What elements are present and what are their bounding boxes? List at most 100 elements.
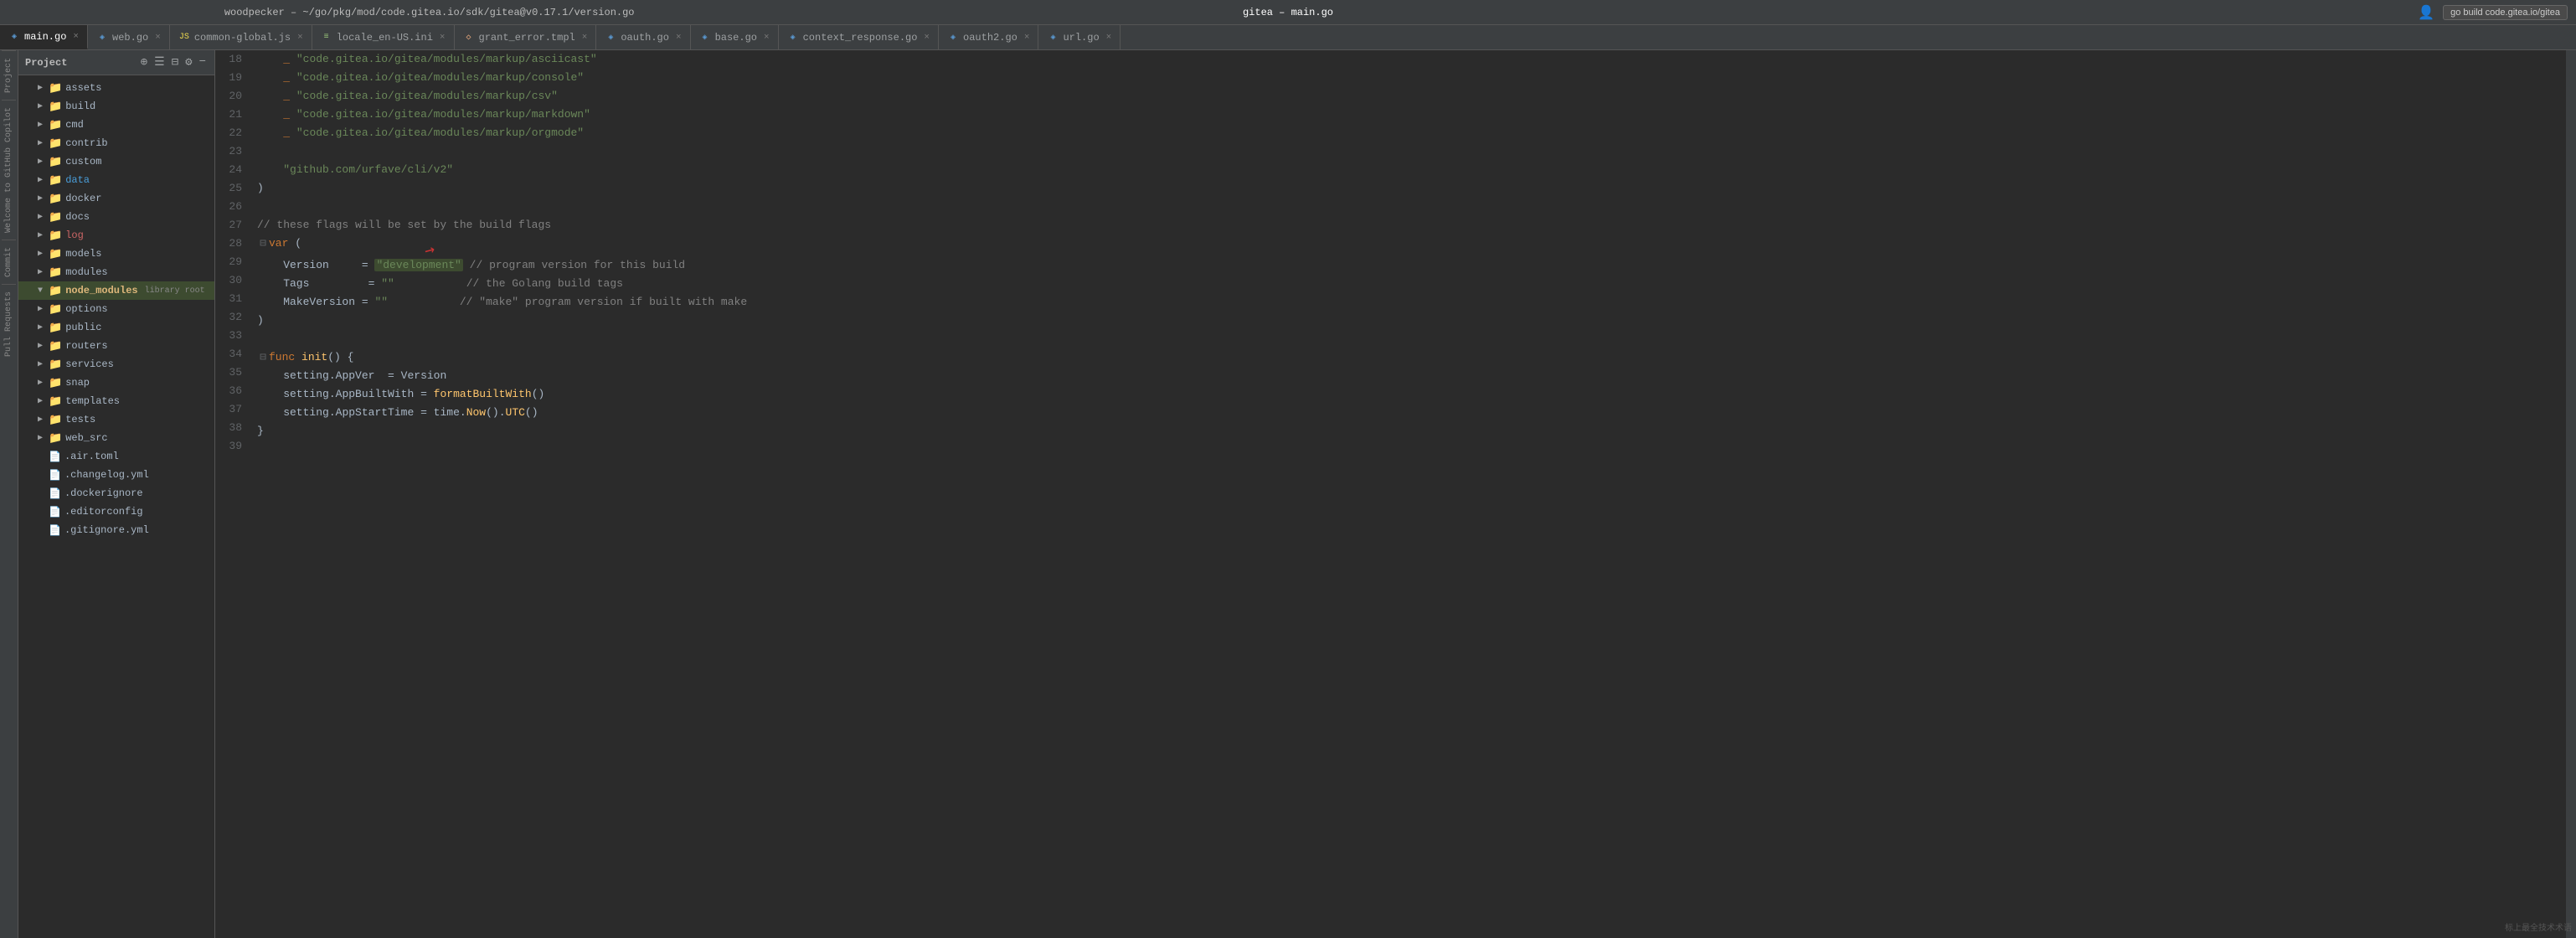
tree-item--gitignore.yml[interactable]: 📄.gitignore.yml [18,521,214,539]
tab-locale_en-US-ini[interactable]: ≡locale_en-US.ini× [312,25,455,49]
tree-item-cmd[interactable]: ▶📁cmd [18,116,214,134]
folder-icon: 📁 [49,193,62,205]
tab-main-go[interactable]: ◈main.go× [0,25,88,49]
tab-icon-go: ◈ [947,32,959,44]
tree-item-options[interactable]: ▶📁options [18,300,214,318]
vertical-label-project[interactable]: Project [2,50,16,100]
tree-item-modules[interactable]: ▶📁modules [18,263,214,281]
tree-item--air.toml[interactable]: 📄.air.toml [18,447,214,466]
tree-item-data[interactable]: ▶📁data [18,171,214,189]
line-number-24: 24 [222,161,242,179]
title-bar: woodpecker – ~/go/pkg/mod/code.gitea.io/… [0,0,2576,25]
tab-icon-js: JS [178,32,190,44]
add-file-icon[interactable]: ⊕ [139,54,149,71]
tree-item-public[interactable]: ▶📁public [18,318,214,337]
tab-close-btn[interactable]: × [73,32,79,42]
tab-label: grant_error.tmpl [479,32,575,44]
line-number-29: 29 [222,253,242,271]
folder-arrow-icon: ▶ [35,230,45,240]
file-icon: 📄 [49,487,61,500]
code-lines: _ "code.gitea.io/gitea/modules/markup/as… [249,50,2566,938]
tree-item-log[interactable]: ▶📁log [18,226,214,245]
tab-close-btn[interactable]: × [440,33,446,43]
tree-item-routers[interactable]: ▶📁routers [18,337,214,355]
tree-item-label: assets [65,82,101,94]
tab-close-btn[interactable]: × [155,33,161,43]
vertical-label-pull-requests[interactable]: Pull Requests [2,284,16,363]
user-icon[interactable]: 👤 [2418,4,2434,21]
file-tree: ▶📁assets▶📁build▶📁cmd▶📁contrib▶📁custom▶📁d… [18,75,214,938]
tree-item-contrib[interactable]: ▶📁contrib [18,134,214,152]
line-number-34: 34 [222,345,242,363]
tab-icon-go: ◈ [787,32,799,44]
line-number-36: 36 [222,382,242,400]
tab-oauth2-go[interactable]: ◈oauth2.go× [939,25,1038,49]
tree-item-docs[interactable]: ▶📁docs [18,208,214,226]
tab-close-btn[interactable]: × [676,33,682,43]
tree-item--editorconfig[interactable]: 📄.editorconfig [18,502,214,521]
build-button[interactable]: go build code.gitea.io/gitea [2443,5,2568,20]
tree-item-models[interactable]: ▶📁models [18,245,214,263]
tab-icon-go: ◈ [605,32,616,44]
tree-item-services[interactable]: ▶📁services [18,355,214,374]
collapse-all-icon[interactable]: ☰ [152,54,167,71]
tree-item-build[interactable]: ▶📁build [18,97,214,116]
tab-label: web.go [112,32,148,44]
tree-item--changelog.yml[interactable]: 📄.changelog.yml [18,466,214,484]
line-number-19: 19 [222,69,242,87]
folder-arrow-icon: ▶ [35,138,45,148]
folder-icon: 📁 [49,395,62,408]
tab-web-go[interactable]: ◈ web.go × [88,25,170,49]
watermark: 标上最全技术术语 [2505,920,2572,934]
tab-close-btn[interactable]: × [764,33,770,43]
scrollbar-track[interactable] [2566,50,2576,938]
tab-icon-go: ◈ [96,32,108,44]
tree-item-web_src[interactable]: ▶📁web_src [18,429,214,447]
tab-oauth-go[interactable]: ◈ oauth.go × [596,25,690,49]
tree-item-label: modules [65,266,107,278]
line-number-32: 32 [222,308,242,327]
tab-close-btn[interactable]: × [1024,33,1030,43]
tab-icon-go: ◈ [699,32,711,44]
folder-icon: 📁 [49,248,62,260]
tree-item-tests[interactable]: ▶📁tests [18,410,214,429]
folder-icon: 📁 [49,211,62,224]
tree-item-docker[interactable]: ▶📁docker [18,189,214,208]
tree-item-label: docker [65,193,101,204]
code-content[interactable]: 1819202122232425262728293031323334353637… [215,50,2566,938]
tab-close-btn[interactable]: × [582,33,588,43]
tab-url-go[interactable]: ◈url.go× [1038,25,1121,49]
folder-icon: 📁 [49,137,62,150]
close-panel-icon[interactable]: − [198,54,208,71]
tree-item-snap[interactable]: ▶📁snap [18,374,214,392]
tab-close-btn[interactable]: × [924,33,930,43]
tab-label: oauth.go [621,32,669,44]
code-line-29: Version = "development" // program versi… [257,256,2558,275]
tree-item-assets[interactable]: ▶📁assets [18,79,214,97]
line-number-31: 31 [222,290,242,308]
tab-label: url.go [1063,32,1099,44]
tree-item-label: custom [65,156,101,168]
tab-close-btn[interactable]: × [297,33,303,43]
tab-close-btn[interactable]: × [1106,33,1112,43]
main-layout: Project Welcome to GitHub Copilot Commit… [0,50,2576,938]
tab-context_response-go[interactable]: ◈context_response.go× [779,25,939,49]
line-number-27: 27 [222,216,242,234]
code-line-20: _ "code.gitea.io/gitea/modules/markup/cs… [257,87,2558,106]
tree-item-label: node_modules [65,285,137,296]
tab-grant_error-tmpl[interactable]: ◇grant_error.tmpl× [455,25,597,49]
tree-item-node_modules[interactable]: ▼📁node_moduleslibrary root [18,281,214,300]
tab-base-go[interactable]: ◈base.go× [691,25,779,49]
settings-icon[interactable]: ⚙ [183,54,193,71]
vertical-label-commit[interactable]: Commit [2,240,16,284]
folder-icon: 📁 [49,285,62,297]
tree-item--dockerignore[interactable]: 📄.dockerignore [18,484,214,502]
vertical-label-copilot[interactable]: Welcome to GitHub Copilot [2,100,16,240]
vertical-labels-panel: Project Welcome to GitHub Copilot Commit… [0,50,18,938]
tab-bar: ◈main.go×◈web.go×JScommon-global.js×≡loc… [0,25,2576,50]
tree-item-templates[interactable]: ▶📁templates [18,392,214,410]
tree-item-custom[interactable]: ▶📁custom [18,152,214,171]
expand-all-icon[interactable]: ⊟ [170,54,180,71]
folder-arrow-icon: ▶ [35,433,45,443]
tab-common-global-js[interactable]: JScommon-global.js× [170,25,312,49]
